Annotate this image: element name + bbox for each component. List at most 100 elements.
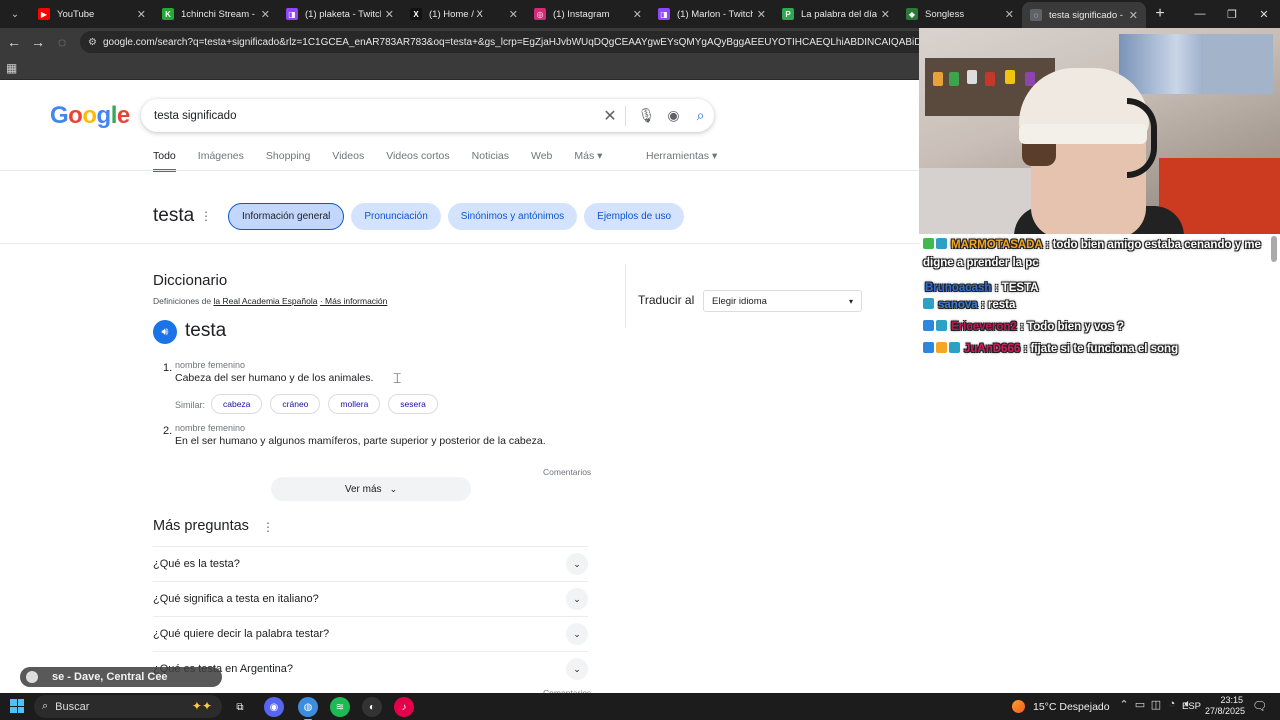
browser-tab[interactable]: X (1) Home / X ✕ [402, 0, 526, 28]
address-bar[interactable]: ⚙ google.com/search?q=testa+significado&… [80, 31, 980, 53]
apps-grid-icon[interactable]: ▦ [6, 61, 17, 75]
topic-chip[interactable]: Pronunciación [351, 203, 441, 230]
chrome-icon[interactable]: ◍ [298, 697, 318, 720]
close-tab-icon[interactable]: ✕ [137, 8, 146, 21]
display-icon[interactable]: ▭ [1132, 698, 1148, 711]
browser-tab[interactable]: ◌ testa significado - Bu ✕ [1022, 2, 1146, 28]
close-window-icon[interactable]: ✕ [1248, 0, 1280, 28]
chevron-down-icon[interactable]: ⌄ [566, 658, 588, 680]
more-options-icon[interactable]: ⋮ [200, 209, 212, 223]
tab-search-chevron-icon[interactable]: ⌄ [0, 0, 30, 28]
browser-tab[interactable]: P La palabra del día ✕ [774, 0, 898, 28]
topic-chip[interactable]: Sinónimos y antónimos [447, 203, 578, 230]
notifications-icon[interactable]: 🗨︎ [1252, 699, 1267, 713]
chevron-down-icon[interactable]: ⌄ [566, 623, 588, 645]
similar-word-chip[interactable]: sesera [388, 394, 438, 414]
question-item[interactable]: ¿Qué quiere decir la palabra testar? ⌄ [153, 616, 588, 651]
tab-más[interactable]: Más ▾ [574, 150, 602, 172]
close-tab-icon[interactable]: ✕ [385, 8, 394, 21]
close-tab-icon[interactable]: ✕ [1129, 9, 1138, 22]
tab-noticias[interactable]: Noticias [472, 150, 509, 172]
tab-todo[interactable]: Todo [153, 150, 176, 172]
tools-menu[interactable]: Herramientas ▾ [646, 150, 717, 162]
tab-title: (1) Marlon - Twitch [677, 8, 753, 20]
chat-username[interactable]: Ericeveron2 [951, 321, 1017, 333]
camera-icon[interactable]: ◫ [1148, 698, 1164, 711]
tiktok-icon[interactable]: ♪ [394, 697, 414, 717]
chat-message: JuAnD666 : fijate si te funciona el song [923, 340, 1268, 358]
chevron-up-icon[interactable]: ⌃ [1116, 698, 1132, 711]
chat-badge-icon [923, 238, 934, 249]
tab-title: La palabra del día [801, 8, 877, 20]
close-tab-icon[interactable]: ✕ [757, 8, 766, 21]
more-info-link[interactable]: · Más información [320, 296, 388, 306]
tab-imágenes[interactable]: Imágenes [198, 150, 244, 172]
tab-videos[interactable]: Videos [332, 150, 364, 172]
more-questions-options-icon[interactable]: ⋮ [262, 520, 274, 534]
close-tab-icon[interactable]: ✕ [881, 8, 890, 21]
tab-title: testa significado - Bu [1049, 9, 1125, 21]
close-tab-icon[interactable]: ✕ [633, 8, 642, 21]
microphone-icon[interactable]: 🎙︎ [633, 107, 660, 124]
speaker-icon[interactable]: 🔊︎ [153, 320, 177, 344]
chevron-down-icon[interactable]: ⌄ [566, 588, 588, 610]
see-more-button[interactable]: Ver más ⌄ [271, 477, 471, 501]
close-tab-icon[interactable]: ✕ [1005, 8, 1014, 21]
spotify-icon[interactable]: ≋ [330, 697, 350, 717]
question-item[interactable]: ¿Qué es la testa? ⌄ [153, 546, 588, 581]
minimize-icon[interactable]: — [1184, 0, 1216, 28]
forward-icon[interactable]: → [26, 34, 50, 50]
site-info-icon[interactable]: ⚙ [88, 37, 97, 48]
page-scrollbar[interactable] [1271, 236, 1277, 262]
clock[interactable]: 23:15 27/8/2025 [1205, 695, 1245, 717]
taskbar-search[interactable]: ⌕ Buscar ✦✦ [34, 695, 222, 718]
google-logo[interactable]: Google [50, 102, 130, 130]
search-box[interactable]: testa significado ✕ 🎙︎ ◉ ⌕ [141, 99, 714, 132]
wifi-icon[interactable]: ◔ [1164, 698, 1180, 711]
restore-icon[interactable]: ❐ [1216, 0, 1248, 28]
rae-link[interactable]: la Real Academia Española [214, 296, 318, 306]
browser-tab[interactable]: ◎ (1) Instagram ✕ [526, 0, 650, 28]
similar-word-chip[interactable]: mollera [328, 394, 381, 414]
similar-word-chip[interactable]: cabeza [211, 394, 263, 414]
webcam-overlay [919, 28, 1280, 234]
browser-tab[interactable]: ◨ (1) Marlon - Twitch ✕ [650, 0, 774, 28]
taskview-icon[interactable]: ⧉ [230, 697, 250, 717]
vinyl-icon [26, 671, 38, 683]
search-icon[interactable]: ⌕ [687, 107, 714, 124]
chat-username[interactable]: sanova [938, 299, 978, 311]
language-indicator[interactable]: ESP [1182, 701, 1201, 712]
similar-word-chip[interactable]: cráneo [270, 394, 321, 414]
search-input[interactable]: testa significado [154, 110, 595, 122]
topic-chip[interactable]: Información general [228, 203, 345, 230]
back-icon[interactable]: ← [2, 34, 26, 50]
loading-icon[interactable]: ◌ [50, 34, 74, 50]
close-tab-icon[interactable]: ✕ [261, 8, 270, 21]
language-select[interactable]: Elegir idioma ▾ [703, 290, 862, 312]
windows-start-icon[interactable] [10, 699, 24, 713]
tab-videos-cortos[interactable]: Videos cortos [386, 150, 449, 172]
obs-icon[interactable]: ◐ [362, 697, 382, 717]
figure [967, 70, 977, 84]
discord-like-icon[interactable]: ◉ [264, 697, 284, 717]
browser-tab[interactable]: K 1chinchi Stream - Wa ✕ [154, 0, 278, 28]
comments-link[interactable]: Comentarios [543, 467, 591, 477]
clear-icon[interactable]: ✕ [595, 106, 625, 126]
browser-tab[interactable]: ▶ YouTube ✕ [30, 0, 154, 28]
topic-chip[interactable]: Ejemplos de uso [584, 203, 685, 230]
weather-widget[interactable]: 15°C Despejado [1012, 700, 1110, 713]
chat-username[interactable]: JuAnD666 [964, 343, 1020, 355]
header-divider [0, 170, 920, 171]
tab-web[interactable]: Web [531, 150, 552, 172]
browser-tab[interactable]: ◨ (1) plaketa - Twitch ✕ [278, 0, 402, 28]
chat-username[interactable]: Brunoacash [925, 282, 991, 294]
chat-username[interactable]: MARMOTASADA [951, 239, 1042, 251]
question-item[interactable]: ¿Qué significa a testa en italiano? ⌄ [153, 581, 588, 616]
close-tab-icon[interactable]: ✕ [509, 8, 518, 21]
chevron-down-icon[interactable]: ⌄ [566, 553, 588, 575]
new-tab-button[interactable]: + [1146, 5, 1174, 23]
lens-icon[interactable]: ◉ [660, 107, 687, 124]
browser-tab[interactable]: ◆ Songless ✕ [898, 0, 1022, 28]
tab-shopping[interactable]: Shopping [266, 150, 310, 172]
weather-text: 15°C Despejado [1033, 700, 1110, 713]
